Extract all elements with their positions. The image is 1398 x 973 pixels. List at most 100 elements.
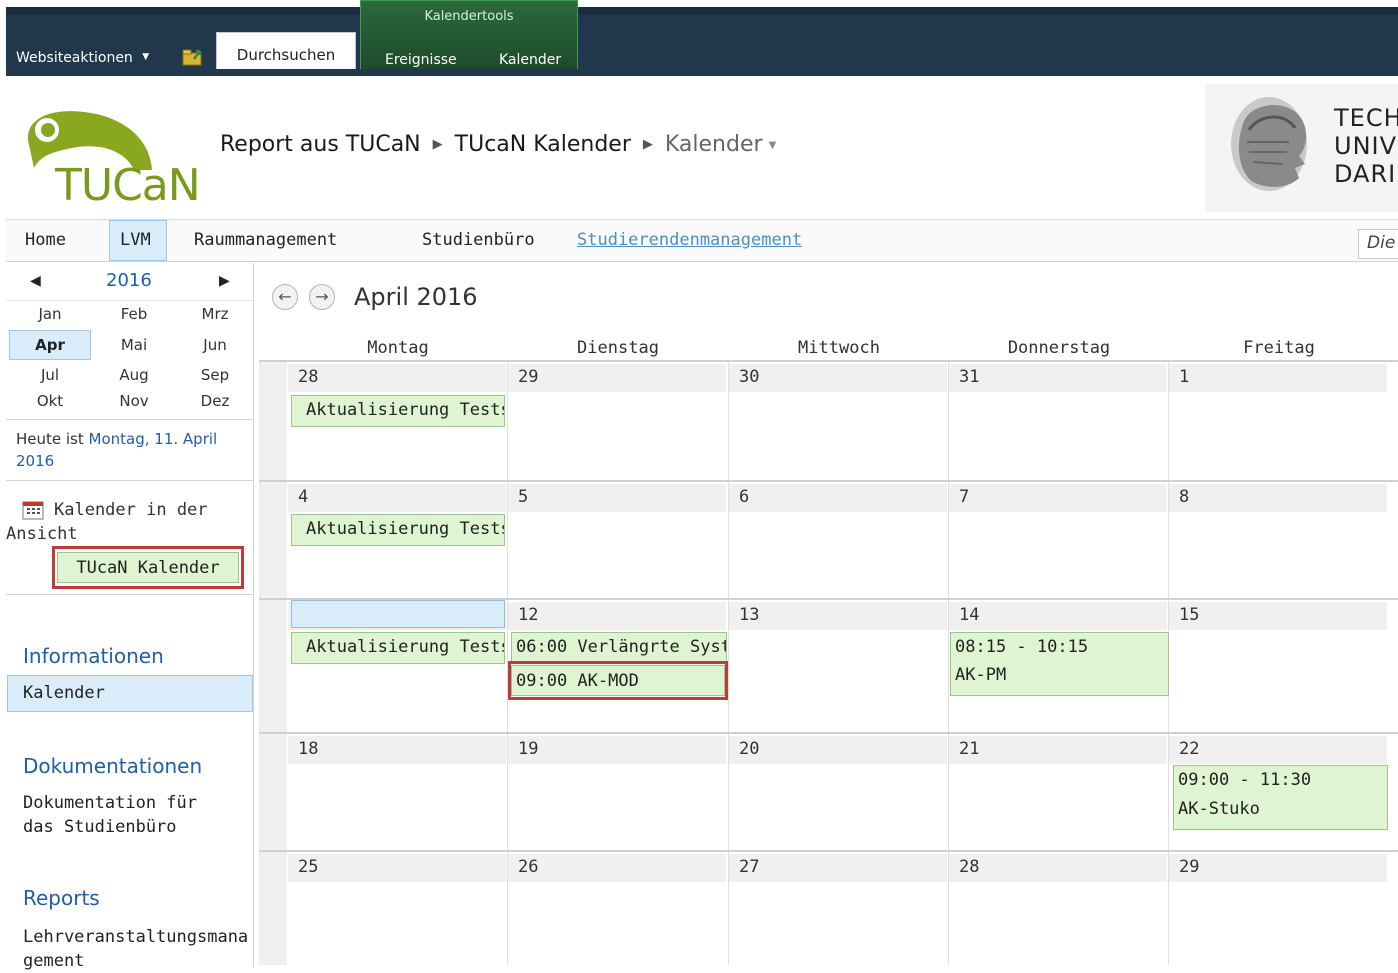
tab-events[interactable]: Ereignisse: [385, 52, 457, 68]
day-number[interactable]: 21: [959, 739, 979, 759]
day-header-bg: [1169, 484, 1387, 512]
tab-calendar[interactable]: Kalender: [499, 52, 561, 68]
event-verlaengerte-systemzeit[interactable]: 06:00 Verlängrte Systemzeit: [511, 632, 727, 662]
day-number[interactable]: 8: [1179, 487, 1189, 507]
event-ak-stuko[interactable]: 09:00 - 11:30 AK-Stuko: [1173, 765, 1388, 830]
month-mai[interactable]: Mai: [104, 336, 164, 354]
dayname-donnerstag: Donnerstag: [1007, 338, 1111, 358]
day-number[interactable]: 30: [739, 367, 759, 387]
prev-month-button[interactable]: ←: [272, 284, 298, 310]
dayname-mittwoch: Mittwoch: [798, 338, 880, 358]
month-nov[interactable]: Nov: [104, 392, 164, 410]
day-header-bg: [1169, 602, 1387, 630]
month-sep[interactable]: Sep: [185, 366, 245, 384]
day-separator: [1168, 482, 1169, 598]
quicklaunch-item-kalender[interactable]: Kalender: [23, 681, 105, 705]
nav-item-raummanagement[interactable]: Raummanagement: [194, 230, 337, 250]
today-link[interactable]: Montag, 11. April: [89, 430, 218, 448]
day-number[interactable]: 20: [739, 739, 759, 759]
month-mrz[interactable]: Mrz: [185, 305, 245, 323]
day-header-bg: [508, 364, 726, 392]
month-aug[interactable]: Aug: [104, 366, 164, 384]
day-number[interactable]: 1: [1179, 367, 1189, 387]
week-gutter: [259, 362, 287, 480]
week-separator: [259, 732, 1398, 734]
day-number[interactable]: 29: [518, 367, 538, 387]
week-separator: [259, 850, 1398, 852]
day-number[interactable]: 31: [959, 367, 979, 387]
month-okt[interactable]: Okt: [20, 392, 80, 410]
day-number[interactable]: 14: [959, 605, 979, 625]
quicklaunch-item-dokumentation[interactable]: Dokumentation für das Studienbüro: [23, 791, 223, 839]
event-aktualisierung[interactable]: Aktualisierung Tests: [291, 395, 505, 427]
day-header-bg: [729, 736, 947, 764]
logo-text: TUCaN: [55, 160, 201, 211]
site-actions-menu[interactable]: Websiteaktionen ▼: [16, 50, 149, 66]
event-aktualisierung[interactable]: Aktualisierung Tests: [291, 632, 505, 664]
day-separator: [507, 734, 508, 850]
day-header-bg: [729, 602, 947, 630]
search-text: Die: [1367, 233, 1396, 253]
week-separator: [259, 480, 1398, 482]
day-number[interactable]: 7: [959, 487, 969, 507]
calendars-in-view-label: Kalender in der Ansicht: [6, 498, 246, 546]
quicklaunch-heading-reports[interactable]: Reports: [23, 886, 100, 910]
nav-item-studienbuero[interactable]: Studienbüro: [422, 230, 535, 250]
month-apr[interactable]: Apr: [20, 336, 80, 354]
nav-item-studierendenmanagement[interactable]: Studierendenmanagement: [577, 230, 802, 250]
day-separator: [948, 734, 949, 850]
dayname-montag: Montag: [367, 338, 429, 358]
event-aktualisierung[interactable]: Aktualisierung Tests: [291, 514, 505, 546]
day-number[interactable]: 27: [739, 857, 759, 877]
day-number[interactable]: 22: [1179, 739, 1199, 759]
next-month-button[interactable]: →: [309, 284, 335, 310]
day-header-bg: [508, 484, 726, 512]
day-header-bg: [1169, 736, 1387, 764]
event-ak-pm[interactable]: 08:15 - 10:15 AK-PM: [950, 632, 1169, 696]
day-number[interactable]: 15: [1179, 605, 1199, 625]
month-jan[interactable]: Jan: [20, 305, 80, 323]
month-jun[interactable]: Jun: [185, 336, 245, 354]
calendar-chip-tucan[interactable]: TUcaN Kalender: [57, 552, 239, 583]
week-separator: [259, 360, 1398, 362]
event-title: AK-PM: [955, 665, 1007, 685]
quicklaunch-item-lvm[interactable]: Lehrveranstaltungsmanagement: [23, 925, 249, 973]
today-year-link[interactable]: 2016: [16, 452, 54, 470]
day-number[interactable]: 18: [298, 739, 318, 759]
week-gutter: [259, 734, 287, 850]
month-dez[interactable]: Dez: [185, 392, 245, 410]
navigate-up-icon[interactable]: [182, 47, 204, 67]
day-number[interactable]: 28: [298, 367, 318, 387]
tab-browse[interactable]: Durchsuchen: [216, 32, 356, 69]
day-number[interactable]: 4: [298, 487, 308, 507]
day-number[interactable]: 29: [1179, 857, 1199, 877]
ribbon: [6, 7, 1398, 76]
prev-year-icon[interactable]: ◀: [30, 273, 41, 289]
day-number[interactable]: 6: [739, 487, 749, 507]
day-number[interactable]: 26: [518, 857, 538, 877]
month-jul[interactable]: Jul: [20, 366, 80, 384]
day-number[interactable]: 13: [739, 605, 759, 625]
day-number[interactable]: 12: [518, 605, 538, 625]
breadcrumb-item[interactable]: TUcaN Kalender: [455, 132, 631, 157]
event-time: 09:00 - 11:30: [1178, 770, 1312, 790]
day-separator: [728, 734, 729, 850]
day-number[interactable]: 19: [518, 739, 538, 759]
quicklaunch-heading-dokumentationen[interactable]: Dokumentationen: [23, 754, 202, 778]
breadcrumb-current[interactable]: Kalender ▼: [665, 132, 776, 157]
month-feb[interactable]: Feb: [104, 305, 164, 323]
next-year-icon[interactable]: ▶: [219, 273, 230, 289]
day-header-bg: [1169, 364, 1387, 392]
day-header-bg: [729, 484, 947, 512]
day-separator: [1168, 734, 1169, 850]
quicklaunch-heading-informationen[interactable]: Informationen: [23, 644, 164, 668]
day-number[interactable]: 28: [959, 857, 979, 877]
day-number[interactable]: 25: [298, 857, 318, 877]
search-input[interactable]: Die: [1358, 229, 1398, 259]
chevron-down-icon: ▼: [142, 52, 150, 62]
day-separator: [1168, 362, 1169, 480]
breadcrumb-item[interactable]: Report aus TUCaN: [220, 132, 421, 157]
nav-item-home[interactable]: Home: [25, 230, 66, 250]
day-number[interactable]: 5: [518, 487, 528, 507]
nav-item-lvm[interactable]: LVM: [120, 230, 151, 250]
